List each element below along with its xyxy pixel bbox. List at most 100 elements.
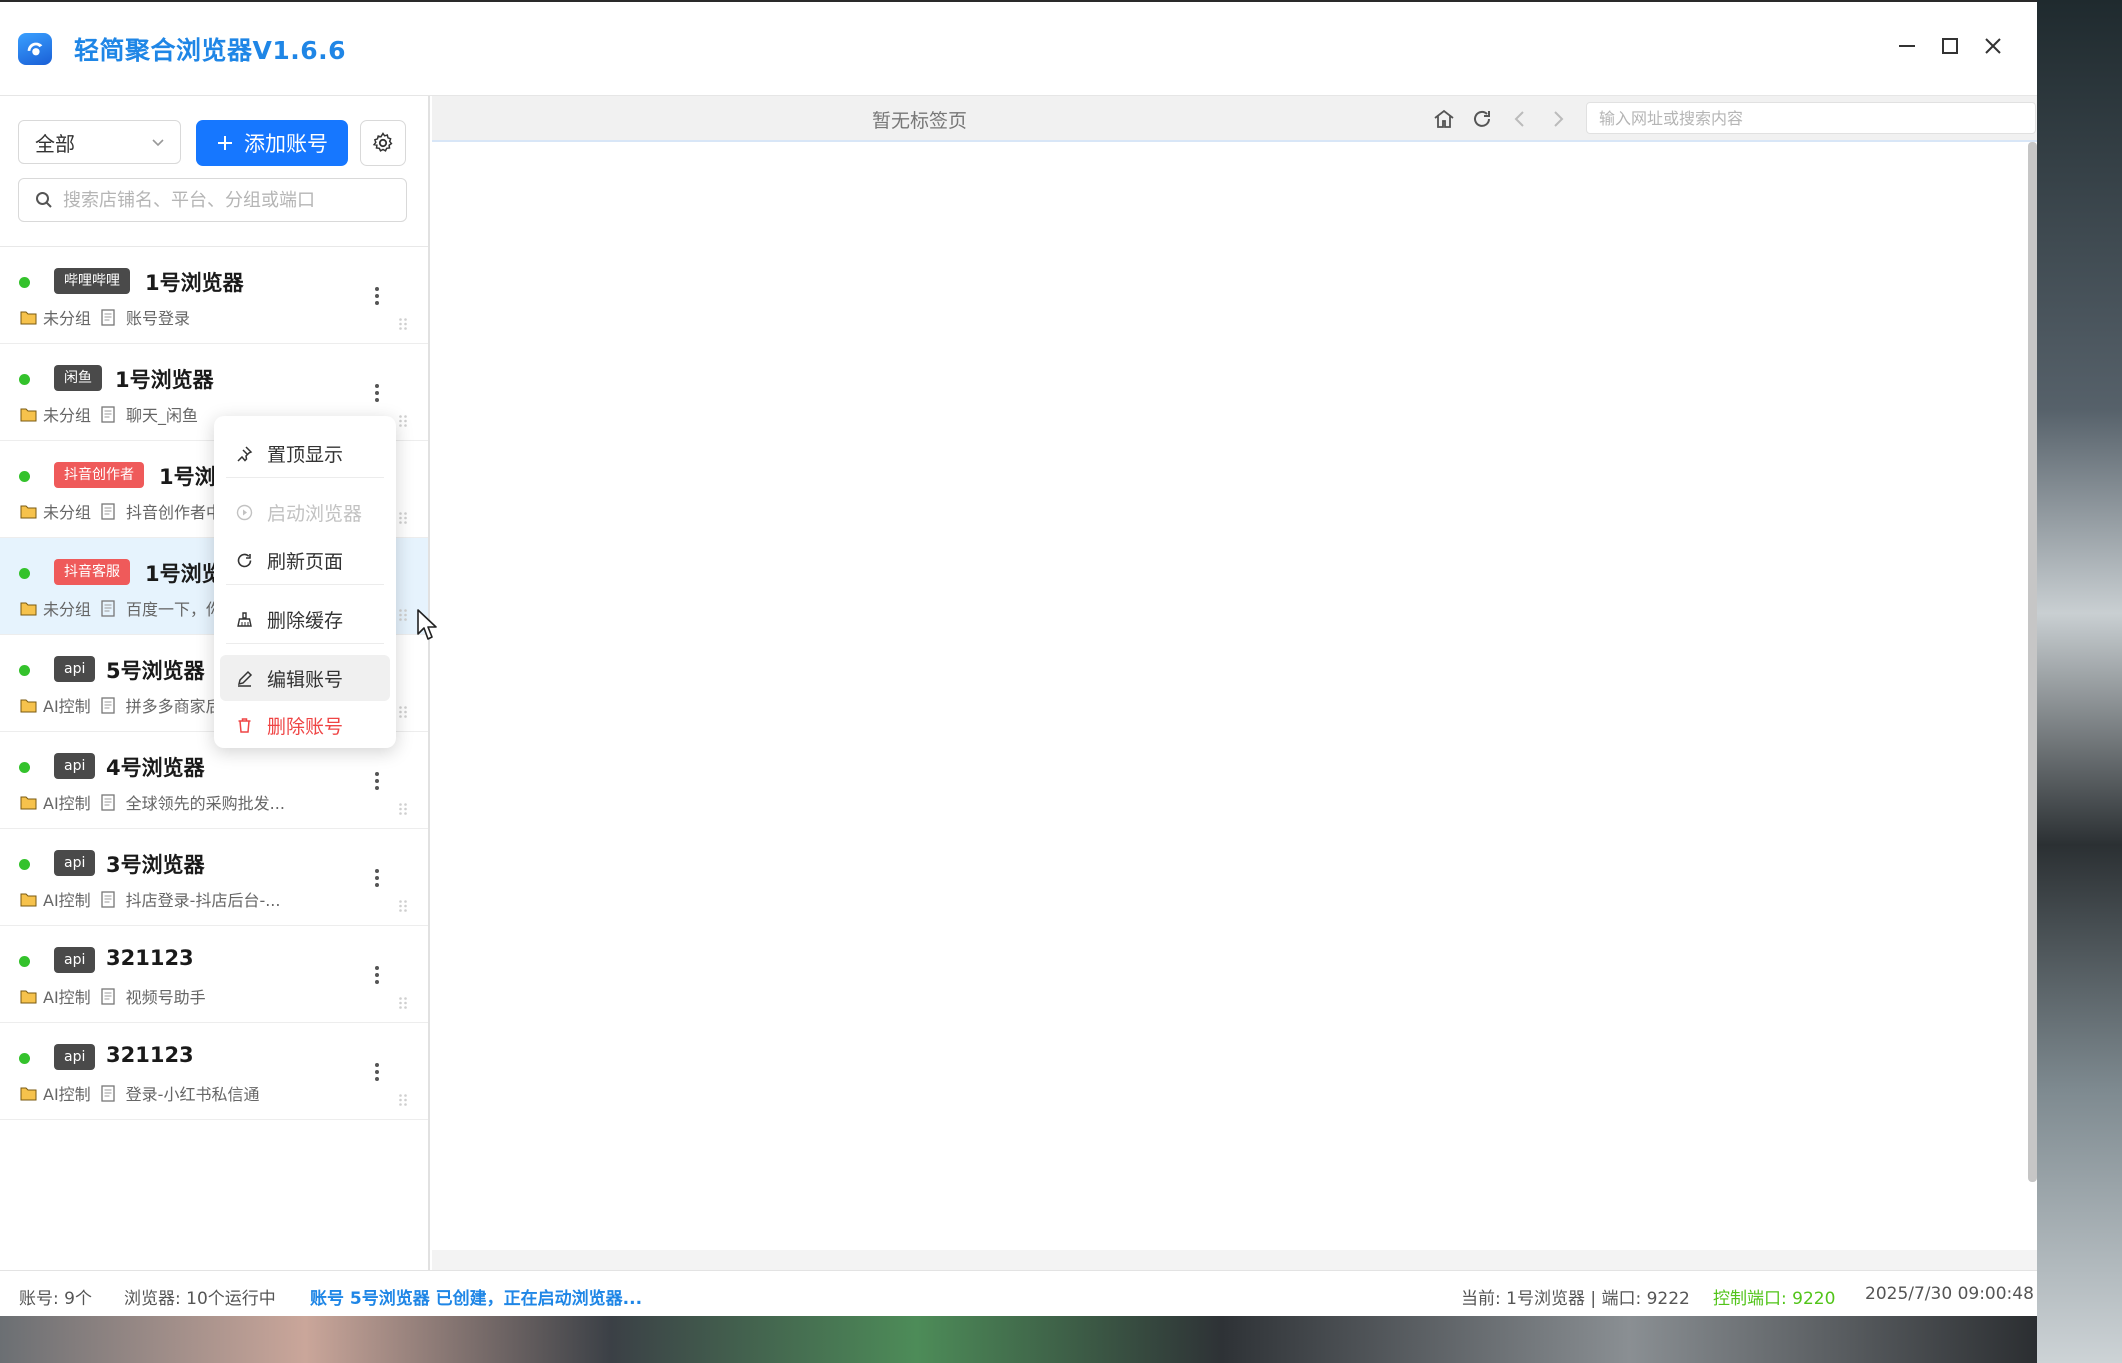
drag-handle-icon[interactable] bbox=[398, 1093, 408, 1107]
account-name: 3号浏览器 bbox=[106, 853, 205, 877]
account-page-title: 百度一下，你 bbox=[126, 600, 223, 619]
no-tabs-label: 暂无标签页 bbox=[872, 110, 968, 132]
more-vertical-icon bbox=[375, 1063, 379, 1081]
forward-icon[interactable] bbox=[1546, 107, 1570, 131]
desktop-background-right bbox=[2037, 0, 2122, 1363]
home-icon[interactable] bbox=[1432, 107, 1456, 131]
account-row[interactable]: api 321123 AI控制 视频号助手 bbox=[0, 926, 428, 1023]
more-options-button[interactable] bbox=[366, 768, 388, 794]
drag-handle-icon[interactable] bbox=[398, 899, 408, 913]
account-page-title: 拼多多商家后 bbox=[125, 697, 222, 716]
maximize-icon bbox=[1942, 38, 1958, 54]
platform-tag: api bbox=[54, 656, 96, 682]
vertical-scrollbar[interactable] bbox=[2028, 142, 2037, 1182]
close-button[interactable] bbox=[1973, 26, 2013, 66]
more-vertical-icon bbox=[375, 772, 379, 790]
account-meta: AI控制 抖店登录-抖店后台-... bbox=[20, 887, 280, 911]
minimize-icon bbox=[1899, 45, 1915, 47]
platform-tag: 抖音客服 bbox=[54, 559, 130, 585]
browser-tab-bar: 暂无标签页 bbox=[432, 96, 2037, 142]
platform-tag: api bbox=[54, 947, 96, 973]
status-online-dot bbox=[19, 762, 30, 773]
page-icon bbox=[101, 696, 115, 714]
group-filter-select[interactable]: 全部 bbox=[18, 120, 181, 164]
account-group: AI控制 bbox=[43, 1085, 91, 1104]
web-content-area[interactable] bbox=[432, 142, 2037, 1250]
settings-button[interactable] bbox=[360, 120, 406, 166]
account-page-title: 登录-小红书私信通 bbox=[125, 1085, 260, 1104]
platform-tag: api bbox=[54, 850, 96, 876]
status-online-dot bbox=[19, 568, 30, 579]
menu-item-label: 编辑账号 bbox=[267, 668, 344, 691]
account-page-title: 全球领先的采购批发... bbox=[125, 794, 285, 813]
more-options-button[interactable] bbox=[366, 380, 388, 406]
menu-item-trash[interactable]: 删除账号 bbox=[220, 702, 390, 748]
menu-item-label: 启动浏览器 bbox=[267, 502, 363, 525]
menu-item-edit[interactable]: 编辑账号 bbox=[220, 655, 390, 701]
folder-icon bbox=[20, 893, 37, 906]
page-icon bbox=[101, 405, 115, 423]
reload-icon[interactable] bbox=[1470, 107, 1494, 131]
horizontal-scrollbar[interactable] bbox=[432, 1250, 2037, 1270]
account-group: AI控制 bbox=[43, 988, 91, 1007]
platform-tag: 抖音创作者 bbox=[54, 462, 144, 488]
folder-icon bbox=[20, 796, 37, 809]
folder-icon bbox=[20, 408, 37, 421]
status-current-browser: 当前: 1号浏览器 | 端口: 9222 bbox=[1461, 1289, 1690, 1309]
back-icon[interactable] bbox=[1508, 107, 1532, 131]
more-options-button[interactable] bbox=[366, 1059, 388, 1085]
status-online-dot bbox=[19, 277, 30, 288]
menu-item-broom[interactable]: 删除缓存 bbox=[220, 596, 390, 642]
page-icon bbox=[101, 987, 115, 1005]
drag-handle-icon[interactable] bbox=[398, 511, 408, 525]
account-row[interactable]: 哔哩哔哩 1号浏览器 未分组 账号登录 bbox=[0, 247, 428, 344]
status-message: 账号 5号浏览器 已创建，正在启动浏览器... bbox=[310, 1289, 643, 1309]
status-account-count: 账号: 9个 bbox=[19, 1289, 92, 1309]
minimize-button[interactable] bbox=[1887, 26, 1927, 66]
menu-separator bbox=[226, 584, 384, 585]
account-meta: 未分组 账号登录 bbox=[20, 305, 190, 329]
more-vertical-icon bbox=[375, 384, 379, 402]
menu-item-label: 删除账号 bbox=[267, 715, 344, 738]
drag-handle-icon[interactable] bbox=[398, 414, 408, 428]
edit-icon bbox=[237, 670, 253, 687]
drag-handle-icon[interactable] bbox=[398, 996, 408, 1010]
more-options-button[interactable] bbox=[366, 962, 388, 988]
status-control-port: 控制端口: 9220 bbox=[1713, 1289, 1836, 1309]
account-group: AI控制 bbox=[43, 794, 91, 813]
status-datetime: 2025/7/30 09:00:48 bbox=[1865, 1284, 2034, 1304]
more-options-button[interactable] bbox=[366, 283, 388, 309]
account-name: 1号浏览 bbox=[145, 562, 223, 586]
account-page-title: 账号登录 bbox=[126, 309, 191, 328]
account-name: 1号浏 bbox=[159, 465, 216, 489]
more-vertical-icon bbox=[375, 869, 379, 887]
maximize-button[interactable] bbox=[1930, 26, 1970, 66]
menu-item-refresh[interactable]: 刷新页面 bbox=[220, 537, 390, 583]
folder-icon bbox=[20, 505, 37, 518]
menu-separator bbox=[226, 643, 384, 644]
drag-handle-icon[interactable] bbox=[398, 317, 408, 331]
plus-icon bbox=[218, 136, 232, 150]
status-online-dot bbox=[19, 374, 30, 385]
account-row[interactable]: api 321123 AI控制 登录-小红书私信通 bbox=[0, 1023, 428, 1120]
page-icon bbox=[101, 502, 115, 520]
drag-handle-icon[interactable] bbox=[398, 608, 408, 622]
drag-handle-icon[interactable] bbox=[398, 705, 408, 719]
account-row[interactable]: api 3号浏览器 AI控制 抖店登录-抖店后台-... bbox=[0, 829, 428, 926]
add-account-label: 添加账号 bbox=[244, 132, 328, 156]
status-online-dot bbox=[19, 956, 30, 967]
search-icon bbox=[36, 192, 52, 208]
page-icon bbox=[101, 793, 115, 811]
more-options-button[interactable] bbox=[366, 865, 388, 891]
add-account-button[interactable]: 添加账号 bbox=[196, 120, 348, 166]
broom-icon bbox=[237, 611, 252, 627]
search-input[interactable] bbox=[61, 188, 395, 212]
folder-icon bbox=[20, 311, 37, 324]
url-input[interactable] bbox=[1597, 107, 2021, 129]
drag-handle-icon[interactable] bbox=[398, 802, 408, 816]
menu-item-pin[interactable]: 置顶显示 bbox=[220, 430, 390, 476]
close-icon bbox=[1985, 38, 2001, 54]
account-page-title: 视频号助手 bbox=[125, 988, 206, 1007]
app-title: 轻简聚合浏览器V1.6.6 bbox=[74, 35, 347, 65]
app-logo-icon bbox=[18, 32, 52, 65]
